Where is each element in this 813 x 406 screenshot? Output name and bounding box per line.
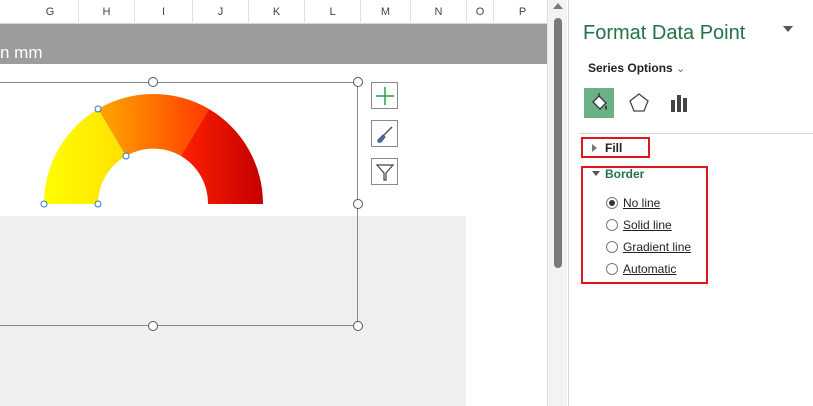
radio-label: Gradient line <box>623 240 692 254</box>
effects-tab[interactable] <box>624 88 654 118</box>
radio-no-line[interactable]: No line <box>606 195 660 211</box>
chart-elements-button[interactable] <box>371 82 398 109</box>
worksheet-area[interactable]: G H I J K L M N O P n mm <box>0 0 547 406</box>
radio-automatic[interactable]: Automatic <box>606 261 676 277</box>
paintbrush-icon <box>376 125 393 143</box>
chevron-down-icon[interactable]: ⌄ <box>676 62 685 75</box>
chart-resize-handle-top-right[interactable] <box>353 77 363 87</box>
plus-icon <box>375 86 394 105</box>
series-options-tab[interactable] <box>665 88 695 118</box>
radio-button[interactable] <box>606 219 618 231</box>
pane-options-dropdown-icon[interactable] <box>783 26 793 32</box>
chart-styles-button[interactable] <box>371 120 398 147</box>
expand-triangle-icon[interactable] <box>592 144 597 152</box>
radio-button[interactable] <box>606 197 618 209</box>
collapse-triangle-icon[interactable] <box>592 171 600 176</box>
radio-button[interactable] <box>606 263 618 275</box>
paint-bucket-icon <box>592 93 607 110</box>
fill-line-tab[interactable] <box>584 88 614 118</box>
point-selection-handle[interactable] <box>122 152 130 160</box>
chart-resize-handle-right[interactable] <box>353 199 363 209</box>
chart-resize-handle-top[interactable] <box>148 77 158 87</box>
chart-resize-handle-bottom-right[interactable] <box>353 321 363 331</box>
fill-section-header[interactable]: Fill <box>605 141 622 155</box>
format-pane: Format Data Point Series Options ⌄ Fill … <box>568 0 813 406</box>
funnel-icon <box>375 163 394 181</box>
point-selection-handle[interactable] <box>94 105 102 113</box>
radio-gradient-line[interactable]: Gradient line <box>606 239 691 255</box>
radio-label: Automatic <box>623 262 677 276</box>
series-options-dropdown[interactable]: Series Options <box>588 61 673 75</box>
pentagon-icon <box>629 93 649 112</box>
scroll-up-arrow-icon[interactable] <box>553 3 563 9</box>
radio-label: Solid line <box>623 218 672 232</box>
bar-chart-icon <box>671 95 687 112</box>
vertical-scrollbar[interactable] <box>547 0 567 406</box>
pane-divider <box>579 133 813 134</box>
radio-button[interactable] <box>606 241 618 253</box>
radio-solid-line[interactable]: Solid line <box>606 217 672 233</box>
point-selection-handle[interactable] <box>94 200 102 208</box>
pane-title: Format Data Point <box>583 22 746 44</box>
border-section-header[interactable]: Border <box>605 167 644 181</box>
radio-label: No line <box>623 196 661 210</box>
scrollbar-thumb[interactable] <box>554 18 562 268</box>
point-selection-handle[interactable] <box>40 200 48 208</box>
chart-resize-handle-bottom[interactable] <box>148 321 158 331</box>
gauge-chart[interactable] <box>0 0 547 406</box>
chart-filters-button[interactable] <box>371 158 398 185</box>
excel-window: G H I J K L M N O P n mm Format Data Poi… <box>0 0 813 406</box>
